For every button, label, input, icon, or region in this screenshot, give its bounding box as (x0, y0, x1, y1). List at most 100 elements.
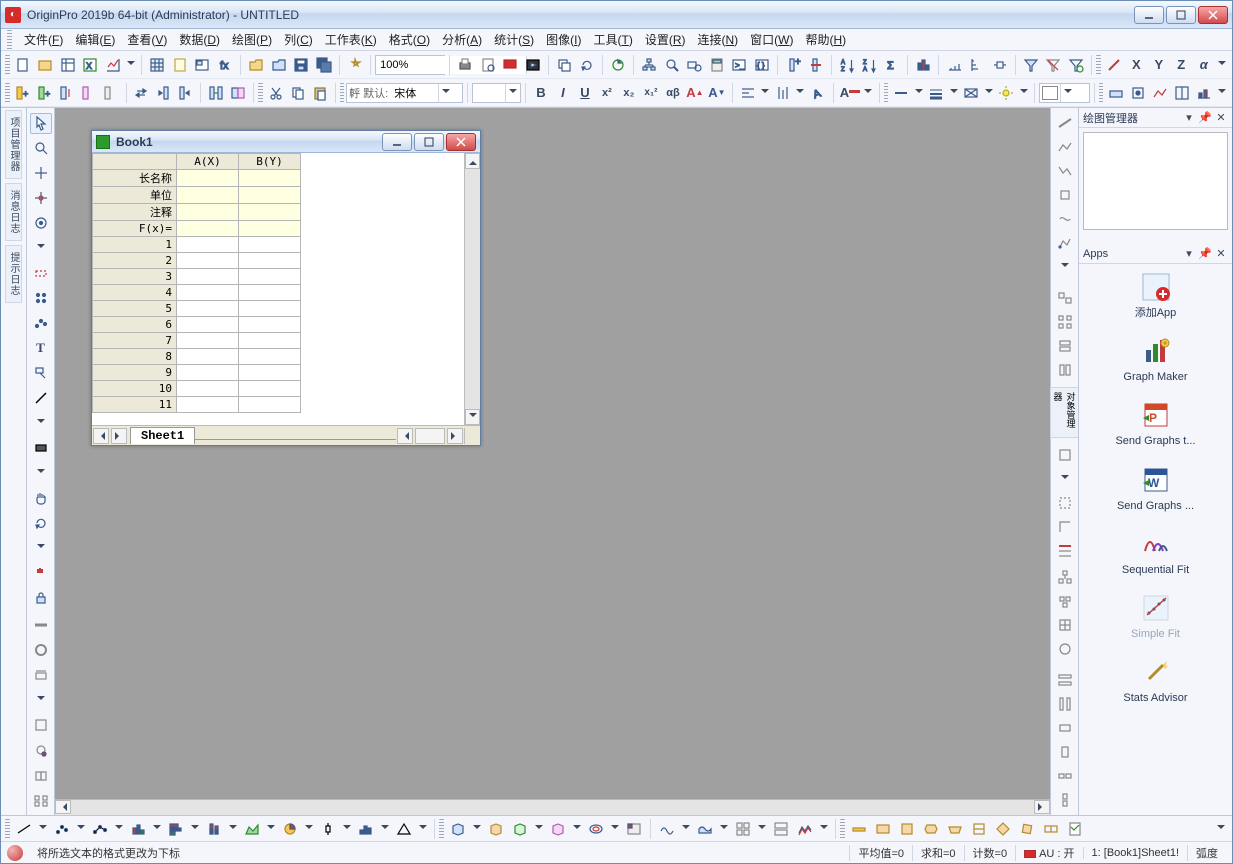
pt-g6[interactable] (968, 818, 990, 840)
menu-d[interactable]: 数据(D) (173, 31, 226, 49)
toolbar-grip[interactable] (340, 83, 345, 103)
pt-g9[interactable] (1040, 818, 1062, 840)
alpha-button[interactable]: α (1194, 54, 1214, 76)
move-right-button[interactable] (175, 82, 195, 104)
data-cell[interactable] (177, 269, 239, 285)
new-function-button[interactable]: fx (215, 54, 235, 76)
minimize-button[interactable] (1134, 6, 1164, 24)
fill-pattern-button[interactable] (961, 82, 981, 104)
plot-manager-body[interactable] (1079, 128, 1232, 244)
sheet-tab[interactable]: Sheet1 (130, 427, 195, 444)
maximize-button[interactable] (1166, 6, 1196, 24)
menu-a[interactable]: 分析(A) (436, 31, 488, 49)
filter-reapply-button[interactable] (1066, 54, 1086, 76)
save-button[interactable] (291, 54, 311, 76)
text-tool[interactable]: T (30, 338, 52, 359)
row-header[interactable]: 9 (93, 365, 177, 381)
mdi-scroll-left[interactable] (55, 800, 71, 814)
data-cell[interactable] (239, 285, 301, 301)
toolbar2-overflow[interactable] (1216, 82, 1227, 104)
pt-3d2[interactable] (485, 818, 507, 840)
z-button[interactable]: Z (1171, 54, 1191, 76)
script-window-button[interactable]: >_ (729, 54, 749, 76)
pt-area[interactable] (241, 818, 263, 840)
font-name-input[interactable] (390, 84, 438, 102)
screen-reader-button[interactable] (684, 54, 704, 76)
toolbar-grip[interactable] (840, 819, 845, 839)
row-header[interactable]: 4 (93, 285, 177, 301)
font-color-dropdown[interactable] (863, 82, 874, 104)
pt-contour[interactable] (585, 818, 607, 840)
menu-h[interactable]: 帮助(H) (799, 31, 852, 49)
meta-cell[interactable] (177, 187, 239, 204)
workbook-window[interactable]: Book1 A(X)B(Y)长名称单位注释F(x)=1234567891011 (91, 130, 481, 446)
workbook-vscrollbar[interactable] (464, 153, 480, 425)
pt-stack-dd[interactable] (227, 818, 239, 840)
bold-button[interactable]: B (531, 82, 551, 104)
app-item[interactable]: Stats Advisor (1088, 655, 1222, 705)
filter-button[interactable] (1021, 54, 1041, 76)
pt-multi1-dd[interactable] (756, 818, 768, 840)
pt-g1[interactable] (848, 818, 870, 840)
pt-linesymbol-dd[interactable] (113, 818, 125, 840)
open-template-button[interactable] (268, 54, 288, 76)
data-tool-dropdown[interactable] (35, 238, 47, 259)
gt2[interactable] (1054, 137, 1076, 157)
cut-button[interactable] (266, 82, 286, 104)
pt-g5[interactable] (944, 818, 966, 840)
gt5[interactable] (1054, 209, 1076, 229)
bottom-overflow[interactable] (1215, 818, 1227, 840)
menu-v[interactable]: 查看(V) (121, 31, 173, 49)
pt-g2[interactable] (872, 818, 894, 840)
superscript-button[interactable]: x² (597, 82, 617, 104)
meta-cell[interactable] (239, 170, 301, 187)
pt-image[interactable] (623, 818, 645, 840)
data-selector-tool[interactable] (30, 188, 52, 209)
row-header[interactable]: 5 (93, 301, 177, 317)
meta-cell[interactable] (177, 170, 239, 187)
gt10[interactable] (1054, 360, 1076, 380)
pt-3d4-dd[interactable] (571, 818, 583, 840)
line-width-dropdown[interactable] (948, 82, 959, 104)
light-button[interactable] (996, 82, 1016, 104)
font-size-combo[interactable] (472, 83, 521, 103)
gt19[interactable] (1054, 670, 1076, 690)
light-dropdown[interactable] (1018, 82, 1029, 104)
sort-asc-button[interactable]: AZ (837, 54, 857, 76)
rescale1-button[interactable] (944, 54, 964, 76)
data-annotate-tool[interactable] (30, 213, 52, 234)
data-cell[interactable] (239, 333, 301, 349)
pt-stack[interactable] (203, 818, 225, 840)
status-angle[interactable]: 弧度 (1187, 845, 1226, 861)
valign-dropdown[interactable] (795, 82, 806, 104)
close-button[interactable] (1198, 6, 1228, 24)
pt-g3[interactable] (896, 818, 918, 840)
new-matrix-button[interactable] (147, 54, 167, 76)
row-header[interactable]: 11 (93, 397, 177, 413)
set-y-button[interactable]: + (35, 82, 55, 104)
pt-box[interactable] (317, 818, 339, 840)
lt7-button[interactable] (30, 789, 52, 810)
color-combo[interactable] (1039, 83, 1090, 103)
pt-contour-dd[interactable] (609, 818, 621, 840)
gt20[interactable] (1054, 694, 1076, 714)
data-cell[interactable] (177, 301, 239, 317)
move-left-button[interactable] (153, 82, 173, 104)
hscroll-left[interactable] (397, 428, 413, 444)
data-reader-button[interactable] (662, 54, 682, 76)
pt-3d1-dd[interactable] (471, 818, 483, 840)
lt4-button[interactable] (30, 714, 52, 735)
toolbar-grip[interactable] (5, 55, 10, 75)
gt9[interactable] (1054, 336, 1076, 356)
greek-button[interactable]: αβ (663, 82, 683, 104)
font-decrease-button[interactable]: A▼ (707, 82, 727, 104)
menu-t[interactable]: 工具(T) (587, 31, 638, 49)
pt-box-dd[interactable] (341, 818, 353, 840)
add-column-button[interactable]: + (783, 54, 803, 76)
scroll-track[interactable] (465, 169, 480, 409)
scroll-down-button[interactable] (465, 409, 480, 425)
fill-pattern-dropdown[interactable] (983, 82, 994, 104)
pointer-tool[interactable] (30, 113, 52, 134)
sheet-nav-first[interactable] (93, 428, 109, 444)
code-builder-button[interactable]: { } (751, 54, 771, 76)
